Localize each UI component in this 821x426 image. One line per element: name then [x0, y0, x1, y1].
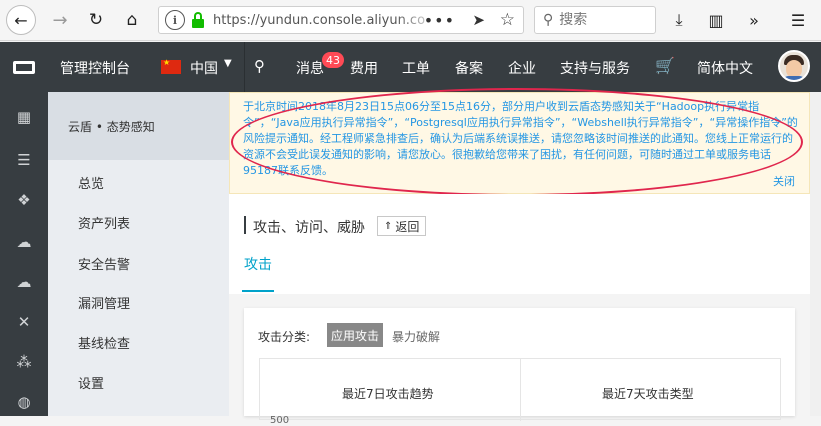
browser-search-input[interactable] [559, 12, 650, 28]
cart-icon[interactable]: 🛒 [655, 56, 675, 75]
info-icon[interactable]: i [165, 10, 185, 30]
nav-tickets[interactable]: 工单 [402, 58, 430, 78]
chart-trend-title: 最近7日攻击趋势 [342, 387, 434, 401]
nav-billing[interactable]: 费用 [350, 58, 378, 78]
back-button-label: 返回 [395, 219, 420, 234]
bookmark-star-icon[interactable]: ☆ [500, 10, 515, 30]
avatar[interactable] [778, 50, 810, 82]
china-flag-icon [161, 58, 181, 74]
nav-enterprise[interactable]: 企业 [508, 58, 536, 78]
region-selector[interactable]: 中国 [190, 58, 218, 78]
product-sidebar: 云盾 • 态势感知 总览 资产列表 安全告警 漏洞管理 基线检查 设置 [48, 92, 229, 416]
cross-arrows-icon[interactable]: ✕ [0, 309, 48, 335]
nav-icp[interactable]: 备案 [455, 58, 483, 78]
scrollbar[interactable] [810, 92, 821, 416]
browser-toolbar: ← → ↻ ⌂ i https://yundun.console.aliyun.… [0, 0, 821, 41]
filter-brute-force[interactable]: 暴力破解 [392, 328, 440, 345]
chart-type-title: 最近7天攻击类型 [602, 387, 694, 401]
page-header: 攻击、访问、威胁 ⇑ 返回 攻击 [229, 194, 810, 294]
globe-icon[interactable]: ◍ [0, 389, 48, 415]
product-rail: ▦ ☰ ❖ ☁ ☁ ✕ ⁂ ◍ [0, 92, 48, 416]
caret-down-icon[interactable]: ▼ [224, 58, 232, 69]
url-bar[interactable]: i https://yundun.console.aliyun.co ••• ➤… [158, 6, 524, 34]
sidebar-item-overview[interactable]: 总览 [78, 173, 104, 192]
sidebar-toggle-icon[interactable]: ▥ [704, 8, 728, 32]
search-icon[interactable]: ⚲ [254, 57, 265, 75]
forward-arrow-icon[interactable]: → [46, 6, 74, 34]
lock-icon [191, 12, 205, 28]
back-arrow-icon[interactable]: ← [6, 5, 36, 35]
console-topnav: 管理控制台 中国 ▼ ⚲ 消息 43 费用 工单 备案 企业 支持与服务 🛒 简… [0, 42, 821, 92]
sidebar-item-assets[interactable]: 资产列表 [78, 213, 130, 232]
back-button[interactable]: ⇑ 返回 [377, 216, 427, 236]
hamburger-menu-icon[interactable]: ☰ [786, 8, 810, 32]
cloud-upload-icon[interactable]: ☁ [0, 269, 48, 295]
nodes-icon[interactable]: ⁂ [0, 349, 48, 375]
title-accent-bar [244, 216, 246, 234]
filter-app-attack[interactable]: 应用攻击 [327, 323, 383, 347]
chart-divider [520, 359, 521, 421]
attack-card: 攻击分类: 应用攻击 暴力破解 最近7日攻击趋势 最近7天攻击类型 500 [244, 308, 795, 426]
product-title: 云盾 • 态势感知 [48, 92, 229, 160]
download-icon[interactable]: ⤓ [667, 8, 691, 32]
url-text[interactable]: https://yundun.console.aliyun.co [213, 13, 441, 28]
charts-panel: 最近7日攻击趋势 最近7天攻击类型 500 [259, 358, 781, 426]
tab-active-indicator [242, 290, 274, 292]
home-icon[interactable]: ⌂ [118, 6, 146, 34]
return-arrow-icon: ⇑ [384, 220, 393, 232]
y-axis-tick: 500 [270, 415, 290, 426]
main-content: 于北京时间2018年8月23日15点06分至15点16分，部分用户收到云盾态势感… [229, 88, 821, 426]
messages-count-badge: 43 [322, 52, 344, 68]
more-dots-icon[interactable]: ••• [424, 11, 455, 30]
filter-label: 攻击分类: [258, 330, 311, 344]
notice-text: 于北京时间2018年8月23日15点06分至15点16分，部分用户收到云盾态势感… [243, 100, 798, 177]
divider [244, 42, 245, 92]
product-title-label: 云盾 • 态势感知 [68, 120, 155, 134]
nav-messages[interactable]: 消息 [296, 58, 324, 78]
nav-support[interactable]: 支持与服务 [560, 58, 630, 78]
hive-icon[interactable]: ❖ [0, 187, 48, 213]
page-title: 攻击、访问、威胁 [253, 220, 365, 236]
sidebar-item-vulnerabilities[interactable]: 漏洞管理 [78, 293, 130, 312]
cloud-icon[interactable]: ☁ [0, 229, 48, 255]
reload-icon[interactable]: ↻ [82, 6, 110, 34]
language-selector[interactable]: 简体中文 [697, 58, 753, 78]
tab-attack[interactable]: 攻击 [244, 254, 272, 274]
browser-search-box[interactable]: ⚲ [534, 6, 656, 34]
sidebar-item-settings[interactable]: 设置 [78, 373, 104, 392]
sidebar-item-baseline[interactable]: 基线检查 [78, 333, 130, 352]
console-link[interactable]: 管理控制台 [60, 58, 130, 78]
grid-icon[interactable]: ▦ [0, 104, 48, 130]
send-tab-icon[interactable]: ➤ [472, 11, 485, 29]
sidebar-item-alerts[interactable]: 安全告警 [78, 254, 130, 273]
search-icon: ⚲ [543, 12, 554, 28]
notice-banner: 于北京时间2018年8月23日15点06分至15点16分，部分用户收到云盾态势感… [229, 92, 810, 194]
server-icon[interactable]: ☰ [0, 147, 48, 173]
aliyun-logo-icon[interactable] [0, 42, 48, 92]
notice-close-link[interactable]: 关闭 [773, 173, 795, 189]
overflow-chevron-icon[interactable]: » [742, 8, 766, 32]
